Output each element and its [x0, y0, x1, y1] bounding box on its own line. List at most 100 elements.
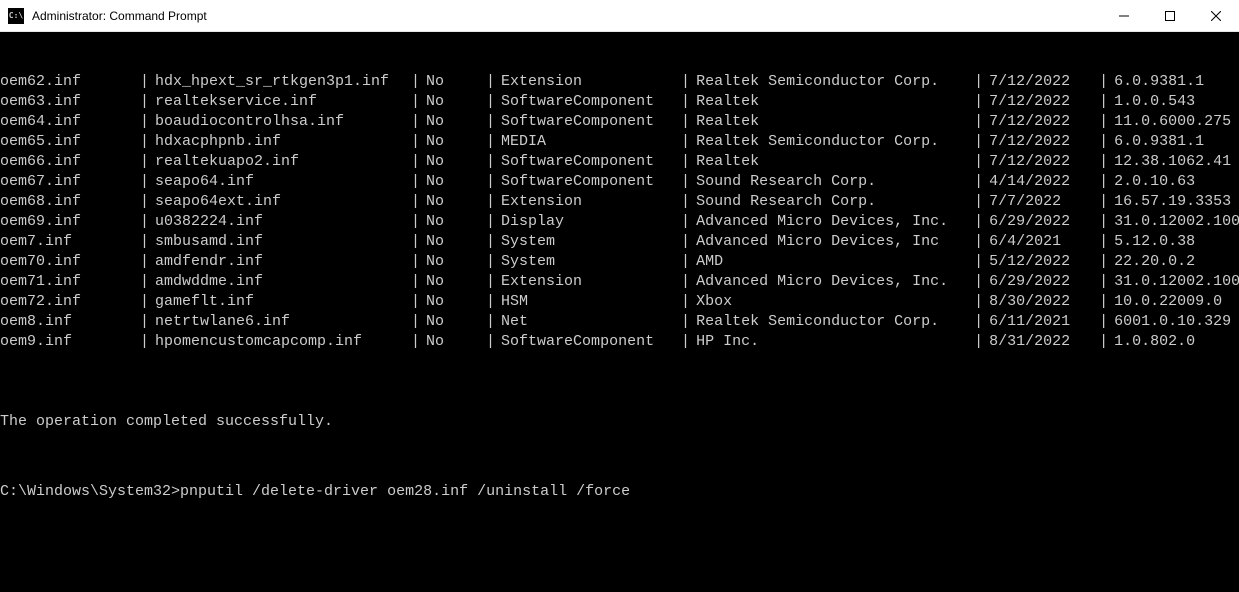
col-provider: Realtek	[696, 152, 974, 172]
column-separator: |	[486, 192, 501, 212]
driver-row: oem7.inf|smbusamd.inf|No|System|Advanced…	[0, 232, 1239, 252]
driver-row: oem8.inf|netrtwlane6.inf|No|Net|Realtek …	[0, 312, 1239, 332]
driver-row: oem65.inf|hdxacphpnb.inf|No|MEDIA|Realte…	[0, 132, 1239, 152]
column-separator: |	[411, 292, 426, 312]
column-separator: |	[411, 212, 426, 232]
status-message: The operation completed successfully.	[0, 402, 1239, 432]
col-date: 6/29/2022	[989, 212, 1099, 232]
col-provider: Realtek Semiconductor Corp.	[696, 132, 974, 152]
column-separator: |	[411, 312, 426, 332]
col-inbox: No	[426, 112, 486, 132]
col-version: 31.0.12002.1002	[1114, 272, 1239, 292]
column-separator: |	[681, 232, 696, 252]
col-date: 6/11/2021	[989, 312, 1099, 332]
column-separator: |	[974, 192, 989, 212]
column-separator: |	[681, 172, 696, 192]
col-original-name: hdxacphpnb.inf	[155, 132, 411, 152]
col-original-name: hdx_hpext_sr_rtkgen3p1.inf	[155, 72, 411, 92]
col-original-name: realtekservice.inf	[155, 92, 411, 112]
column-separator: |	[1099, 192, 1114, 212]
command-input[interactable]: pnputil /delete-driver oem28.inf /uninst…	[180, 483, 630, 500]
prompt-line: C:\Windows\System32>pnputil /delete-driv…	[0, 482, 1239, 502]
column-separator: |	[1099, 252, 1114, 272]
column-separator: |	[974, 72, 989, 92]
col-date: 8/30/2022	[989, 292, 1099, 312]
col-date: 7/12/2022	[989, 72, 1099, 92]
col-published-name: oem65.inf	[0, 132, 140, 152]
col-original-name: amdwddme.inf	[155, 272, 411, 292]
driver-row: oem64.inf|boaudiocontrolhsa.inf|No|Softw…	[0, 112, 1239, 132]
column-separator: |	[140, 212, 155, 232]
column-separator: |	[486, 232, 501, 252]
column-separator: |	[140, 112, 155, 132]
col-date: 5/12/2022	[989, 252, 1099, 272]
driver-row: oem72.inf|gameflt.inf|No|HSM|Xbox|8/30/2…	[0, 292, 1239, 312]
titlebar[interactable]: C:\ Administrator: Command Prompt	[0, 0, 1239, 32]
column-separator: |	[681, 112, 696, 132]
col-published-name: oem66.inf	[0, 152, 140, 172]
driver-row: oem67.inf|seapo64.inf|No|SoftwareCompone…	[0, 172, 1239, 192]
column-separator: |	[411, 132, 426, 152]
column-separator: |	[486, 332, 501, 352]
col-original-name: amdfendr.inf	[155, 252, 411, 272]
column-separator: |	[1099, 172, 1114, 192]
col-provider: Realtek Semiconductor Corp.	[696, 72, 974, 92]
col-date: 7/12/2022	[989, 132, 1099, 152]
column-separator: |	[681, 92, 696, 112]
col-published-name: oem63.inf	[0, 92, 140, 112]
col-inbox: No	[426, 332, 486, 352]
col-class: HSM	[501, 292, 681, 312]
driver-row: oem68.inf|seapo64ext.inf|No|Extension|So…	[0, 192, 1239, 212]
col-original-name: hpomencustomcapcomp.inf	[155, 332, 411, 352]
driver-row: oem9.inf|hpomencustomcapcomp.inf|No|Soft…	[0, 332, 1239, 352]
col-date: 6/29/2022	[989, 272, 1099, 292]
column-separator: |	[486, 312, 501, 332]
column-separator: |	[411, 92, 426, 112]
minimize-icon	[1119, 11, 1129, 21]
column-separator: |	[1099, 212, 1114, 232]
col-original-name: seapo64.inf	[155, 172, 411, 192]
col-version: 1.0.0.543	[1114, 92, 1239, 112]
col-inbox: No	[426, 72, 486, 92]
col-class: Net	[501, 312, 681, 332]
column-separator: |	[486, 272, 501, 292]
close-button[interactable]	[1193, 0, 1239, 31]
minimize-button[interactable]	[1101, 0, 1147, 31]
column-separator: |	[140, 332, 155, 352]
column-separator: |	[974, 232, 989, 252]
window-controls	[1101, 0, 1239, 31]
col-original-name: u0382224.inf	[155, 212, 411, 232]
column-separator: |	[681, 132, 696, 152]
driver-row: oem69.inf|u0382224.inf|No|Display|Advanc…	[0, 212, 1239, 232]
column-separator: |	[1099, 232, 1114, 252]
column-separator: |	[974, 332, 989, 352]
column-separator: |	[411, 152, 426, 172]
col-published-name: oem69.inf	[0, 212, 140, 232]
col-inbox: No	[426, 152, 486, 172]
column-separator: |	[486, 172, 501, 192]
maximize-button[interactable]	[1147, 0, 1193, 31]
col-published-name: oem67.inf	[0, 172, 140, 192]
col-version: 6001.0.10.329	[1114, 312, 1239, 332]
col-provider: Sound Research Corp.	[696, 172, 974, 192]
terminal-output[interactable]: oem62.inf|hdx_hpext_sr_rtkgen3p1.inf|No|…	[0, 32, 1239, 592]
column-separator: |	[486, 152, 501, 172]
col-provider: Realtek	[696, 92, 974, 112]
col-published-name: oem70.inf	[0, 252, 140, 272]
col-date: 4/14/2022	[989, 172, 1099, 192]
column-separator: |	[974, 112, 989, 132]
col-inbox: No	[426, 252, 486, 272]
col-class: SoftwareComponent	[501, 332, 681, 352]
column-separator: |	[140, 312, 155, 332]
column-separator: |	[140, 192, 155, 212]
col-class: SoftwareComponent	[501, 172, 681, 192]
column-separator: |	[974, 312, 989, 332]
col-published-name: oem9.inf	[0, 332, 140, 352]
col-inbox: No	[426, 232, 486, 252]
column-separator: |	[681, 252, 696, 272]
col-date: 7/12/2022	[989, 152, 1099, 172]
driver-row: oem70.inf|amdfendr.inf|No|System|AMD|5/1…	[0, 252, 1239, 272]
col-class: SoftwareComponent	[501, 92, 681, 112]
column-separator: |	[974, 172, 989, 192]
col-date: 7/7/2022	[989, 192, 1099, 212]
